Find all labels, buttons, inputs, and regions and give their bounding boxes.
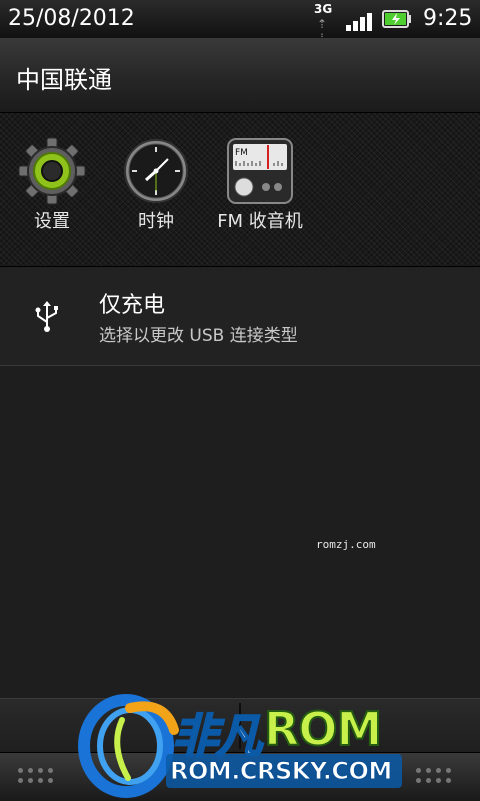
grip-dots-right-icon — [414, 764, 464, 788]
logo-rom-text: ROM — [263, 701, 383, 757]
signal-strength-icon — [346, 9, 376, 31]
clock-icon — [124, 139, 188, 203]
logo-url-text: ROM.CRSKY.COM — [170, 757, 393, 786]
svg-text:FM: FM — [235, 148, 248, 158]
quick-launch-label: FM 收音机 — [217, 211, 303, 232]
notification-subtitle: 选择以更改 USB 连接类型 — [99, 326, 298, 346]
settings-gear-icon — [18, 137, 86, 205]
battery-charging-icon — [382, 10, 411, 28]
quick-launch-bar: 设置 时钟 FM FM 收音机 — [0, 113, 480, 267]
grip-dots-left-icon — [16, 764, 66, 788]
carrier-bar: 中国联通 — [0, 38, 480, 113]
status-time: 9:25 — [423, 6, 473, 31]
quick-launch-fm-radio[interactable]: FM FM 收音机 — [210, 137, 310, 247]
carrier-name: 中国联通 — [16, 66, 112, 94]
notification-title: 仅充电 — [99, 293, 166, 318]
network-3g-icon: 3G ⇡⇣ — [314, 2, 333, 45]
network-type-label: 3G — [314, 2, 333, 16]
fm-radio-icon: FM — [227, 138, 293, 204]
notification-list-empty-area — [0, 366, 480, 698]
watermark-url: romzj.com — [316, 538, 376, 551]
notification-usb-charging[interactable]: 仅充电 选择以更改 USB 连接类型 — [0, 267, 480, 366]
usb-icon — [35, 301, 58, 332]
status-bar: 25/08/2012 3G ⇡⇣ 9:25 — [0, 0, 480, 45]
status-date: 25/08/2012 — [8, 6, 135, 31]
